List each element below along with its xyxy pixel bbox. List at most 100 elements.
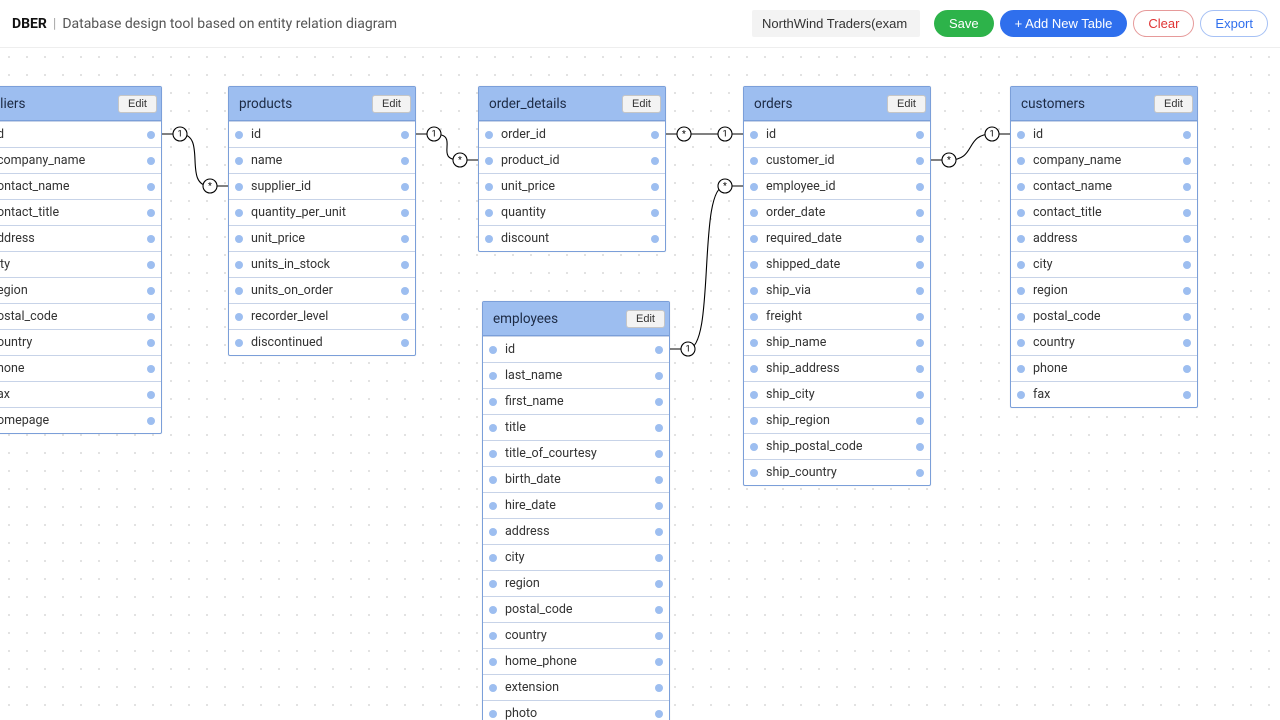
field-row[interactable]: city	[483, 544, 669, 570]
port-left-icon[interactable]	[235, 183, 243, 191]
port-right-icon[interactable]	[655, 476, 663, 484]
port-left-icon[interactable]	[750, 443, 758, 451]
field-row[interactable]: company_name	[0, 147, 161, 173]
port-right-icon[interactable]	[655, 658, 663, 666]
port-right-icon[interactable]	[147, 235, 155, 243]
port-left-icon[interactable]	[750, 131, 758, 139]
port-right-icon[interactable]	[655, 554, 663, 562]
port-left-icon[interactable]	[750, 157, 758, 165]
port-right-icon[interactable]	[655, 424, 663, 432]
port-left-icon[interactable]	[235, 261, 243, 269]
port-right-icon[interactable]	[147, 417, 155, 425]
port-right-icon[interactable]	[1183, 183, 1191, 191]
port-right-icon[interactable]	[651, 157, 659, 165]
field-row[interactable]: country	[1011, 329, 1197, 355]
field-row[interactable]: order_id	[479, 121, 665, 147]
field-row[interactable]: address	[483, 518, 669, 544]
port-right-icon[interactable]	[147, 261, 155, 269]
port-right-icon[interactable]	[401, 183, 409, 191]
field-row[interactable]: egion	[0, 277, 161, 303]
field-row[interactable]: title_of_courtesy	[483, 440, 669, 466]
port-left-icon[interactable]	[489, 424, 497, 432]
port-right-icon[interactable]	[916, 417, 924, 425]
port-right-icon[interactable]	[655, 632, 663, 640]
port-left-icon[interactable]	[1017, 183, 1025, 191]
field-row[interactable]: supplier_id	[229, 173, 415, 199]
table-customers[interactable]: customersEditidcompany_namecontact_namec…	[1010, 86, 1198, 408]
port-right-icon[interactable]	[147, 339, 155, 347]
port-right-icon[interactable]	[1183, 131, 1191, 139]
table-employees[interactable]: employeesEditidlast_namefirst_nametitlet…	[482, 301, 670, 720]
port-left-icon[interactable]	[750, 391, 758, 399]
port-right-icon[interactable]	[651, 235, 659, 243]
port-left-icon[interactable]	[489, 372, 497, 380]
add-new-table-button[interactable]: + Add New Table	[1000, 10, 1128, 37]
field-row[interactable]: company_name	[1011, 147, 1197, 173]
port-right-icon[interactable]	[651, 183, 659, 191]
port-right-icon[interactable]	[1183, 235, 1191, 243]
field-row[interactable]: ontact_title	[0, 199, 161, 225]
table-suppliers[interactable]: ppliersEditdcompany_nameontact_nameontac…	[0, 86, 162, 434]
edit-table-button[interactable]: Edit	[1154, 95, 1193, 113]
field-row[interactable]: postal_code	[1011, 303, 1197, 329]
field-row[interactable]: ship_address	[744, 355, 930, 381]
field-row[interactable]: unit_price	[229, 225, 415, 251]
port-right-icon[interactable]	[655, 346, 663, 354]
clear-button[interactable]: Clear	[1133, 10, 1194, 37]
port-right-icon[interactable]	[147, 287, 155, 295]
port-left-icon[interactable]	[750, 183, 758, 191]
port-left-icon[interactable]	[750, 417, 758, 425]
port-left-icon[interactable]	[1017, 339, 1025, 347]
field-row[interactable]: ship_region	[744, 407, 930, 433]
port-right-icon[interactable]	[147, 157, 155, 165]
port-left-icon[interactable]	[1017, 209, 1025, 217]
port-right-icon[interactable]	[655, 580, 663, 588]
table-header[interactable]: employeesEdit	[483, 302, 669, 336]
port-left-icon[interactable]	[750, 469, 758, 477]
port-left-icon[interactable]	[750, 339, 758, 347]
port-right-icon[interactable]	[655, 684, 663, 692]
port-right-icon[interactable]	[147, 391, 155, 399]
field-row[interactable]: name	[229, 147, 415, 173]
field-row[interactable]: units_in_stock	[229, 251, 415, 277]
port-left-icon[interactable]	[489, 450, 497, 458]
port-right-icon[interactable]	[401, 339, 409, 347]
field-row[interactable]: discontinued	[229, 329, 415, 355]
port-left-icon[interactable]	[750, 261, 758, 269]
port-left-icon[interactable]	[1017, 365, 1025, 373]
port-right-icon[interactable]	[401, 209, 409, 217]
field-row[interactable]: contact_name	[1011, 173, 1197, 199]
port-left-icon[interactable]	[489, 554, 497, 562]
port-right-icon[interactable]	[916, 469, 924, 477]
field-row[interactable]: ostal_code	[0, 303, 161, 329]
table-header[interactable]: order_detailsEdit	[479, 87, 665, 121]
port-left-icon[interactable]	[750, 365, 758, 373]
port-right-icon[interactable]	[1183, 313, 1191, 321]
field-row[interactable]: phone	[1011, 355, 1197, 381]
port-right-icon[interactable]	[147, 131, 155, 139]
field-row[interactable]: recorder_level	[229, 303, 415, 329]
field-row[interactable]: units_on_order	[229, 277, 415, 303]
port-right-icon[interactable]	[655, 710, 663, 718]
port-right-icon[interactable]	[1183, 209, 1191, 217]
port-left-icon[interactable]	[489, 580, 497, 588]
edit-table-button[interactable]: Edit	[887, 95, 926, 113]
port-left-icon[interactable]	[750, 209, 758, 217]
port-right-icon[interactable]	[401, 131, 409, 139]
port-right-icon[interactable]	[1183, 287, 1191, 295]
field-row[interactable]: home_phone	[483, 648, 669, 674]
field-row[interactable]: product_id	[479, 147, 665, 173]
table-products[interactable]: productsEditidnamesupplier_idquantity_pe…	[228, 86, 416, 356]
port-left-icon[interactable]	[489, 502, 497, 510]
port-right-icon[interactable]	[401, 313, 409, 321]
port-right-icon[interactable]	[655, 450, 663, 458]
port-right-icon[interactable]	[916, 157, 924, 165]
port-right-icon[interactable]	[401, 261, 409, 269]
field-row[interactable]: ontact_name	[0, 173, 161, 199]
edit-table-button[interactable]: Edit	[622, 95, 661, 113]
field-row[interactable]: required_date	[744, 225, 930, 251]
field-row[interactable]: ship_postal_code	[744, 433, 930, 459]
port-right-icon[interactable]	[916, 443, 924, 451]
field-row[interactable]: id	[1011, 121, 1197, 147]
field-row[interactable]: country	[483, 622, 669, 648]
